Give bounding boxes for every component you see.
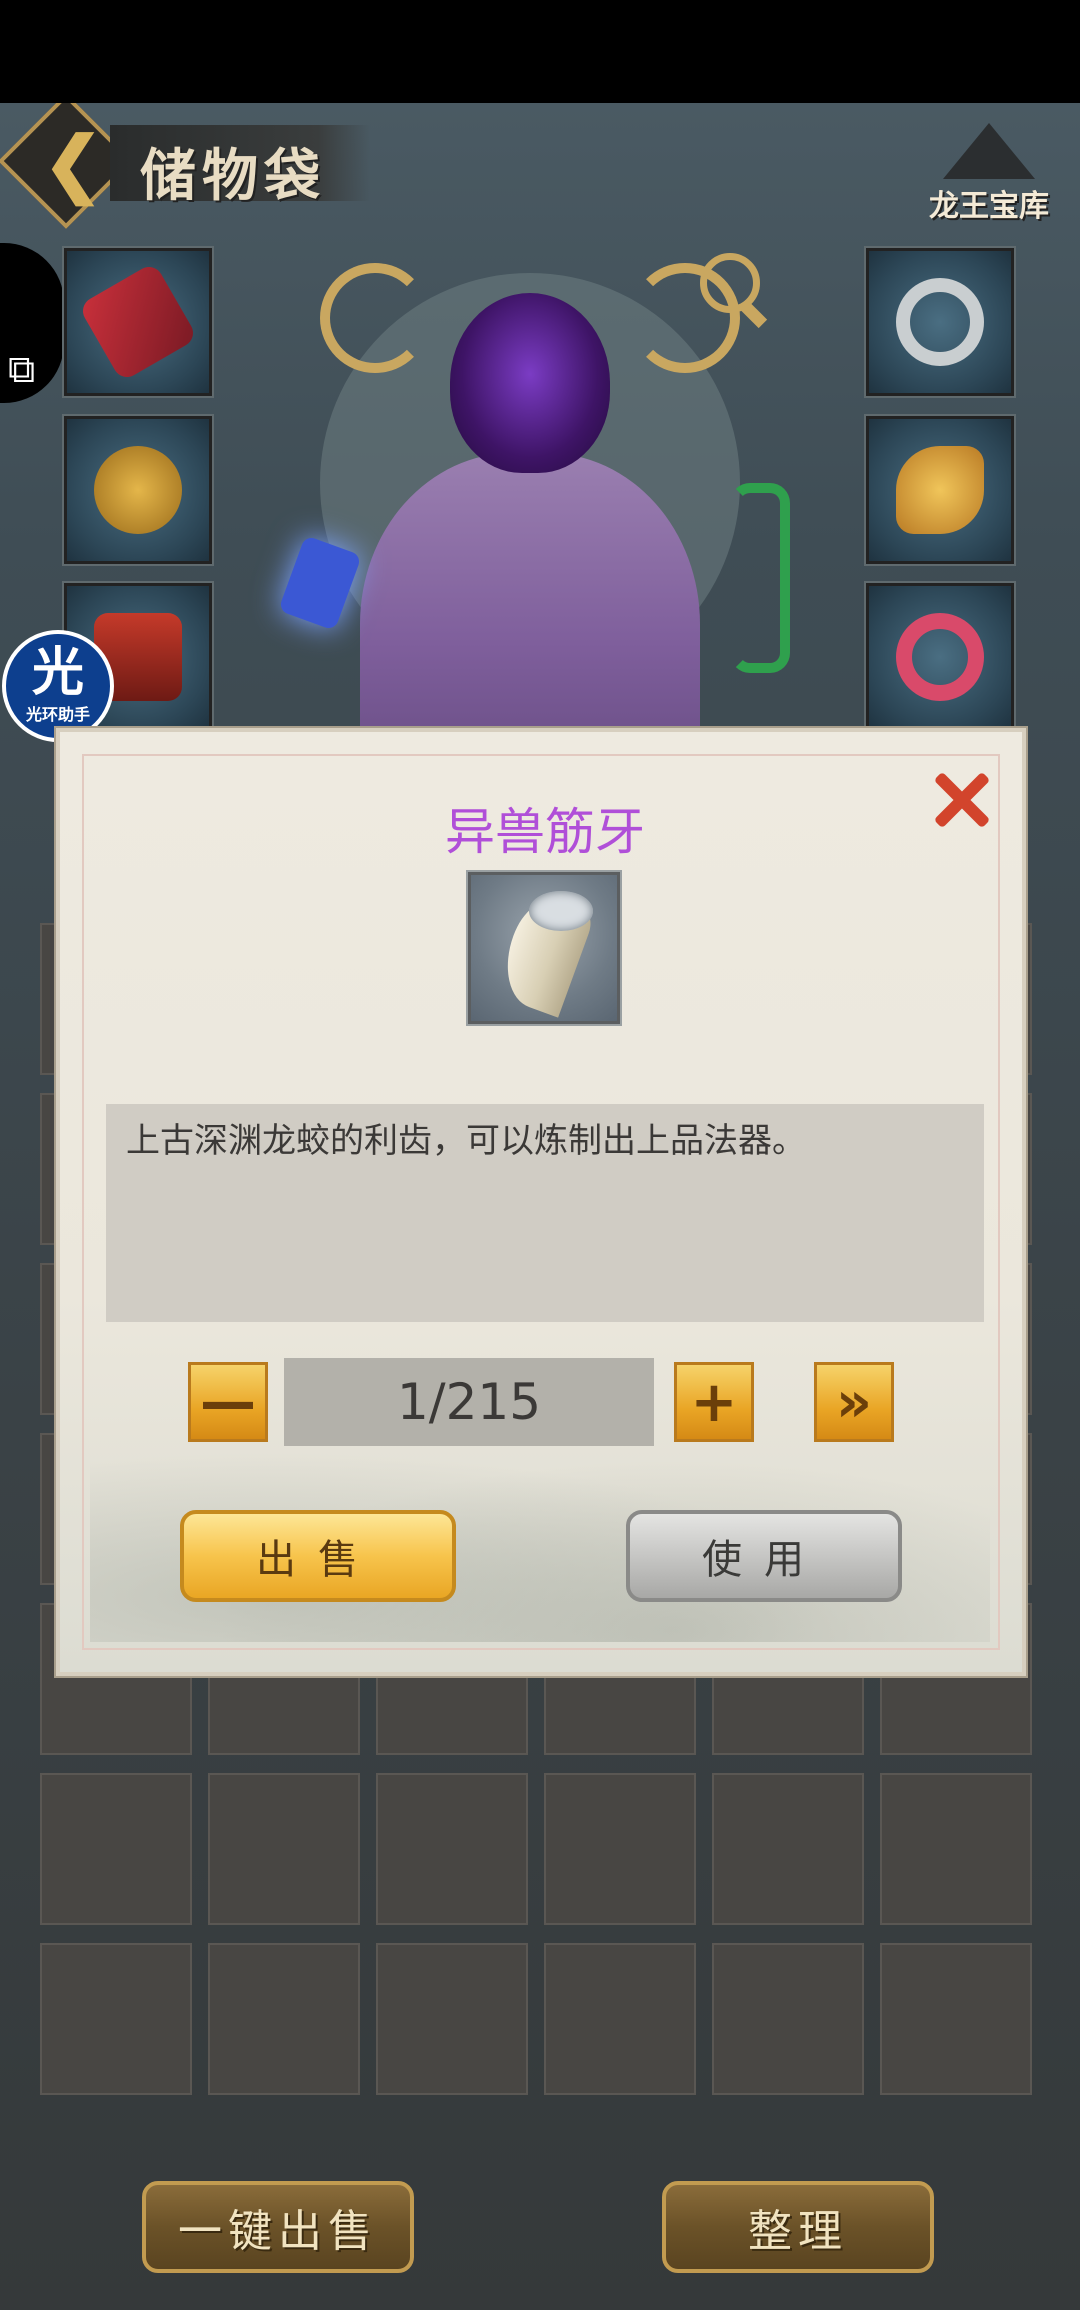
equip-slot-ring[interactable] <box>864 246 1016 398</box>
helmet-icon <box>94 446 182 534</box>
treasury-label: 龙王宝库 <box>929 189 1049 224</box>
bag-slot[interactable] <box>880 1943 1032 2095</box>
green-hook-icon <box>730 483 790 673</box>
bag-slot[interactable] <box>544 1773 696 1925</box>
dragon-king-treasury-button[interactable]: 龙王宝库 <box>914 121 1064 241</box>
bag-slot[interactable] <box>40 1943 192 2095</box>
crown-ornament-left <box>320 263 430 373</box>
item-name: 异兽筋牙 <box>445 803 645 861</box>
jade-pendant-icon <box>896 446 984 534</box>
puzzle-icon: ⧉ <box>8 347 36 391</box>
mountain-icon <box>943 123 1035 179</box>
bag-slot[interactable] <box>712 1943 864 2095</box>
bag-slot[interactable] <box>712 1773 864 1925</box>
increase-button[interactable]: + <box>674 1362 754 1442</box>
item-description-box: 上古深渊龙蛟的利齿，可以炼制出上品法器。 <box>106 1104 984 1322</box>
sword-icon <box>77 261 199 383</box>
sell-all-button[interactable]: 一键出售 <box>142 2181 414 2273</box>
bracelet-icon <box>896 613 984 701</box>
max-quantity-button[interactable]: » <box>814 1362 894 1442</box>
equip-slot-helmet[interactable] <box>62 414 214 566</box>
sell-button[interactable]: 出售 <box>180 1510 456 1602</box>
bag-slot[interactable] <box>40 1773 192 1925</box>
equip-slot-bracelet[interactable] <box>864 581 1016 733</box>
item-icon-frame <box>466 870 622 1026</box>
back-arrow-icon[interactable]: ❮ <box>28 115 118 209</box>
quantity-stepper: — 1/215 + » <box>60 1358 1030 1448</box>
helper-glyph: 光 <box>31 643 84 703</box>
ring-icon <box>896 278 984 366</box>
equip-slot-weapon[interactable] <box>62 246 214 398</box>
equip-slot-pendant[interactable] <box>864 414 1016 566</box>
character-mask <box>450 293 610 473</box>
side-tab[interactable]: ⧉ <box>0 243 64 403</box>
bag-slot[interactable] <box>880 1773 1032 1925</box>
quantity-value: 1/215 <box>284 1358 654 1446</box>
bag-slot[interactable] <box>376 1943 528 2095</box>
zoom-icon[interactable] <box>700 253 760 313</box>
status-bar <box>0 0 1080 103</box>
decrease-button[interactable]: — <box>188 1362 268 1442</box>
item-detail-dialog: 异兽筋牙 上古深渊龙蛟的利齿，可以炼制出上品法器。 — 1/215 + » 出售… <box>56 728 1026 1676</box>
bag-slot[interactable] <box>376 1773 528 1925</box>
fang-cap <box>529 891 593 931</box>
bag-slot[interactable] <box>544 1943 696 2095</box>
halo-assistant-button[interactable]: 光 光环助手 <box>2 630 114 742</box>
item-description: 上古深渊龙蛟的利齿，可以炼制出上品法器。 <box>126 1121 806 1161</box>
sort-button[interactable]: 整理 <box>662 2181 934 2273</box>
bag-slot[interactable] <box>208 1943 360 2095</box>
helper-label: 光环助手 <box>25 705 90 724</box>
use-button[interactable]: 使用 <box>626 1510 902 1602</box>
page-title: 储物袋 <box>140 143 326 209</box>
bag-slot[interactable] <box>208 1773 360 1925</box>
